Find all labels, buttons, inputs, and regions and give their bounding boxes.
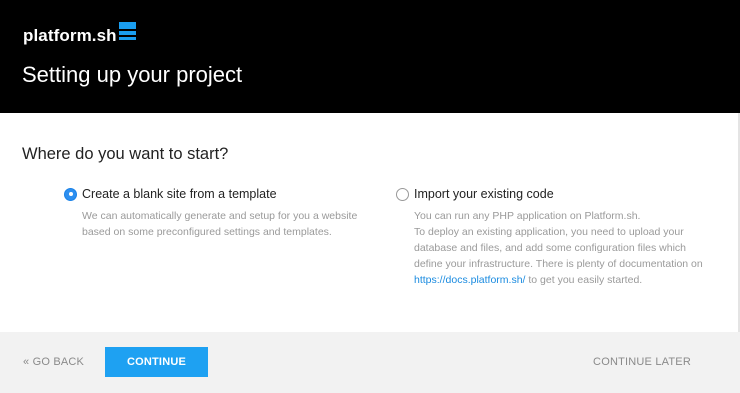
option-description-text: To deploy an existing application, you n… (414, 226, 703, 270)
option-description-text: We can automatically generate and setup … (82, 210, 358, 238)
continue-button[interactable]: CONTINUE (105, 347, 208, 377)
option-description-tail: to get you easily started. (525, 274, 643, 286)
go-back-link[interactable]: « GO BACK (23, 354, 84, 370)
page-title: Setting up your project (22, 62, 243, 87)
option-label: Create a blank site from a template (82, 187, 277, 201)
logo[interactable]: platform.sh (23, 22, 136, 46)
radio-import-code[interactable] (396, 187, 409, 201)
option-description-line2: To deploy an existing application, you n… (414, 224, 706, 288)
docs-link[interactable]: https://docs.platform.sh/ (414, 274, 525, 286)
header: platform.sh Setting up your project (0, 0, 740, 113)
option-blank-template: Create a blank site from a template We c… (64, 186, 364, 240)
continue-later-link[interactable]: CONTINUE LATER (593, 354, 691, 370)
radio-blank-template[interactable] (64, 187, 77, 201)
option-label: Import your existing code (414, 187, 554, 201)
option-blank-template-head[interactable]: Create a blank site from a template (64, 186, 364, 202)
option-description-line1: You can run any PHP application on Platf… (414, 210, 641, 222)
option-description: We can automatically generate and setup … (82, 208, 364, 240)
footer: « GO BACK CONTINUE CONTINUE LATER (0, 332, 740, 393)
option-import-code: Import your existing code You can run an… (396, 186, 706, 288)
option-description: You can run any PHP application on Platf… (414, 208, 706, 288)
question-heading: Where do you want to start? (22, 145, 229, 163)
option-import-code-head[interactable]: Import your existing code (396, 186, 706, 202)
stacked-bars-icon (118, 22, 136, 42)
logo-text: platform.sh (23, 26, 117, 45)
